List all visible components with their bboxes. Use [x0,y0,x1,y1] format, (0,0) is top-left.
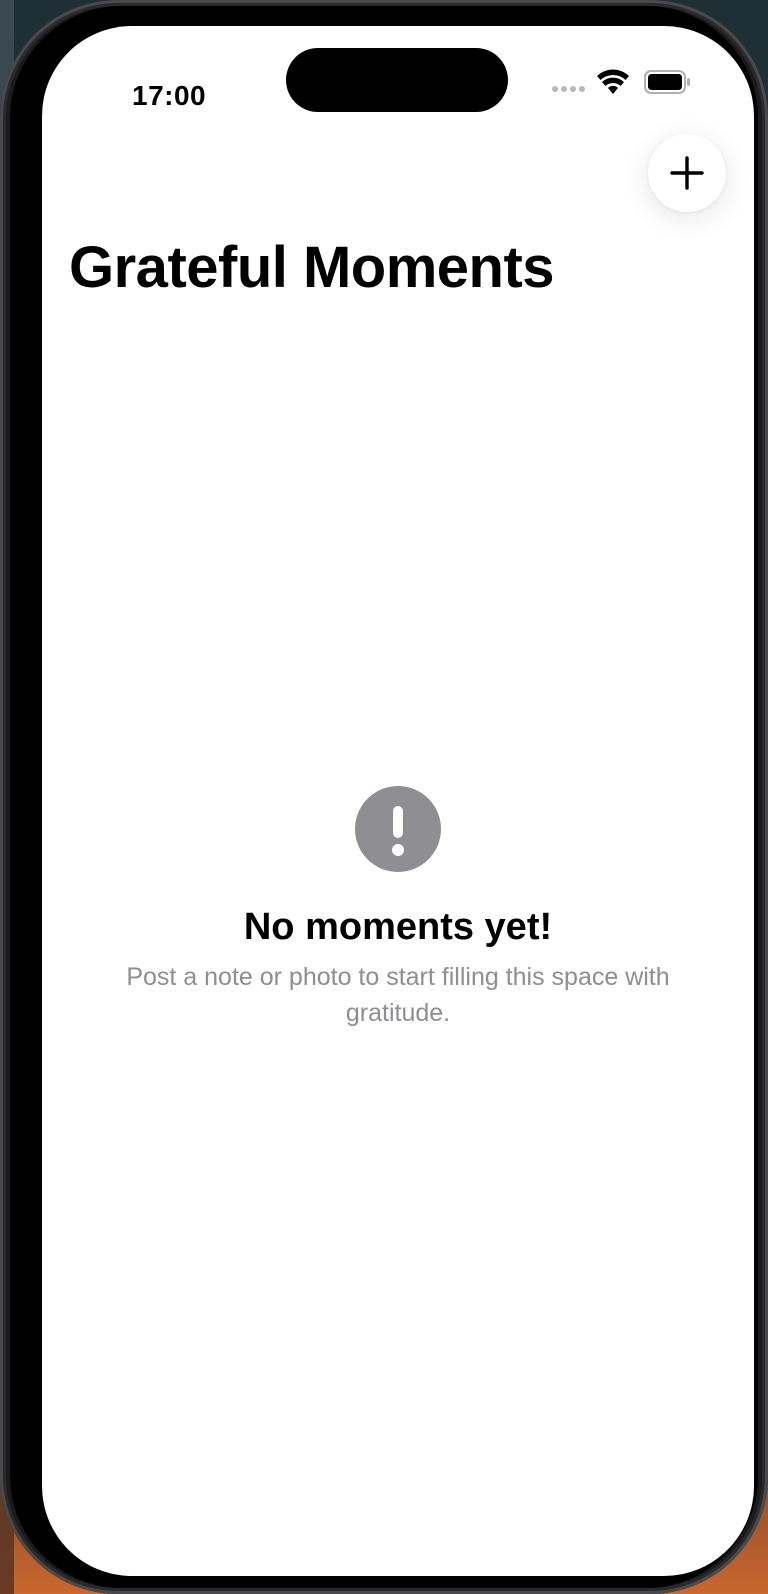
empty-state-subtitle: Post a note or photo to start filling th… [126,963,670,1027]
app-screen: 17:00 Grateful Moments No moments yet! P… [42,26,754,1576]
page-title: Grateful Moments [69,235,555,300]
battery-icon [644,70,690,94]
phone-bezel: 17:00 Grateful Moments No moments yet! P… [10,6,758,1588]
add-moment-button[interactable] [648,134,726,212]
cellular-signal-icon [552,86,585,92]
status-time: 17:00 [132,80,207,111]
phone-frame: 17:00 Grateful Moments No moments yet! P… [0,0,768,1594]
dynamic-island [286,48,508,112]
empty-state-title: No moments yet! [243,906,553,948]
empty-state: No moments yet! Post a note or photo to … [42,786,754,1031]
exclamation-circle-icon [355,786,441,872]
plus-icon [670,156,704,190]
wifi-icon [597,69,629,94]
